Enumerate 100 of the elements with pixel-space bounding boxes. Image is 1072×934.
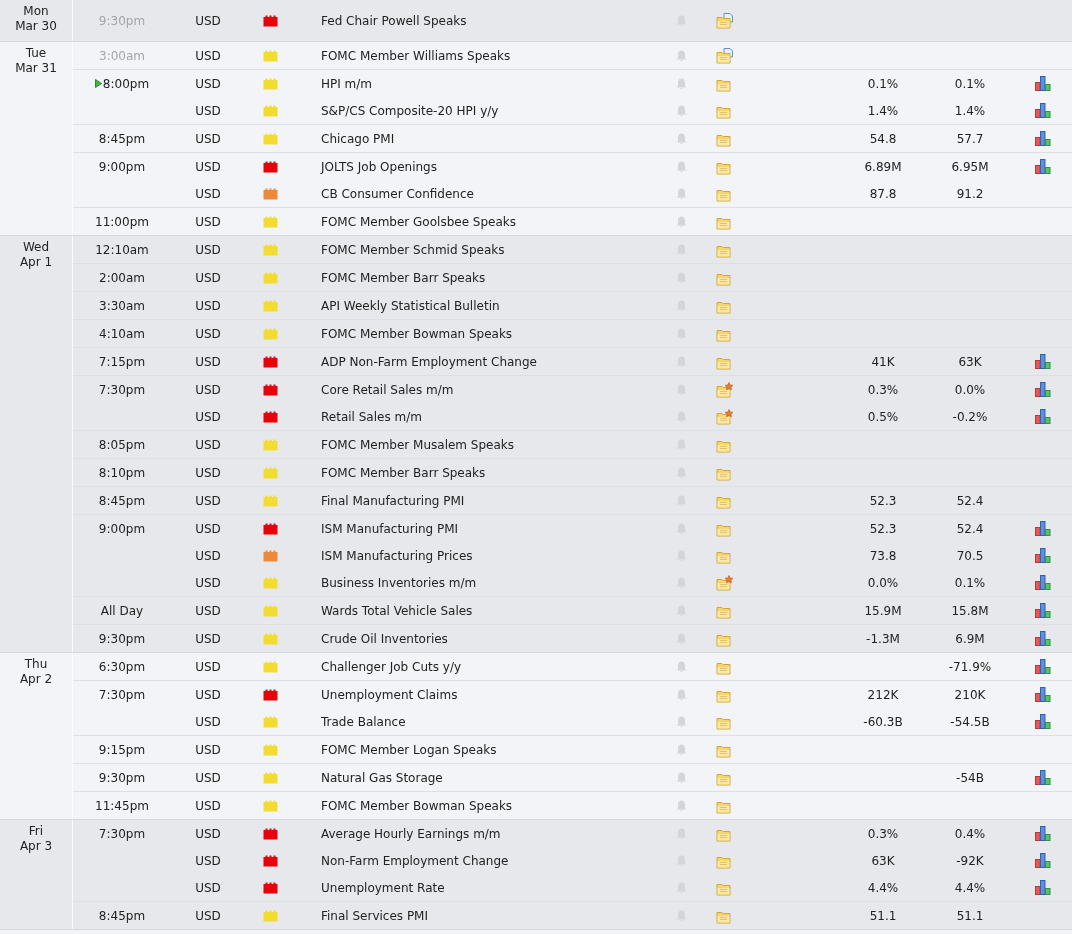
event-title[interactable]: FOMC Member Bowman Speaks: [321, 326, 513, 341]
day-date: Mar 31: [15, 61, 57, 76]
event-time: 7:30pm: [98, 825, 146, 843]
currency-code: USD: [195, 492, 221, 510]
previous-value: 63K: [958, 353, 982, 371]
event-time: 8:45pm: [98, 907, 146, 925]
event-title[interactable]: API Weekly Statistical Bulletin: [321, 298, 500, 313]
currency-code: USD: [195, 686, 221, 704]
event-title[interactable]: Fed Chair Powell Speaks: [321, 13, 467, 28]
event-title[interactable]: ISM Manufacturing Prices: [321, 548, 473, 563]
event-title[interactable]: HPI m/m: [321, 76, 373, 91]
event-title[interactable]: FOMC Member Goolsbee Speaks: [321, 214, 516, 229]
event-time: 7:30pm: [98, 686, 146, 704]
event-time: 8:45pm: [98, 492, 146, 510]
event-title[interactable]: Non-Farm Employment Change: [321, 853, 509, 868]
currency-code: USD: [195, 713, 221, 731]
event-title[interactable]: S&P/CS Composite-20 HPI y/y: [321, 103, 499, 118]
bell-icon[interactable]: [675, 771, 687, 784]
forecast-value: 0.3%: [867, 825, 899, 843]
previous-value: 6.95M: [951, 158, 989, 176]
bar-chart-icon[interactable]: [1035, 103, 1051, 118]
bar-chart-icon[interactable]: [1035, 131, 1051, 146]
previous-value: 0.1%: [954, 75, 986, 93]
bar-chart-icon[interactable]: [1035, 687, 1051, 702]
bar-chart-icon[interactable]: [1035, 659, 1051, 674]
folder-star-icon[interactable]: [716, 574, 734, 591]
event-title[interactable]: Average Hourly Earnings m/m: [321, 826, 501, 841]
event-time: 8:45pm: [98, 130, 146, 148]
event-title[interactable]: ADP Non-Farm Employment Change: [321, 354, 537, 369]
bar-chart-icon[interactable]: [1035, 575, 1051, 590]
bell-icon[interactable]: [675, 160, 687, 173]
bar-chart-icon[interactable]: [1035, 159, 1051, 174]
bell-icon[interactable]: [675, 688, 687, 701]
event-title[interactable]: FOMC Member Logan Speaks: [321, 742, 497, 757]
event-title[interactable]: JOLTS Job Openings: [321, 159, 437, 174]
bar-chart-icon[interactable]: [1035, 382, 1051, 397]
event-title[interactable]: Unemployment Claims: [321, 687, 458, 702]
event-title[interactable]: FOMC Member Barr Speaks: [321, 465, 486, 480]
day-date: Apr 2: [19, 672, 53, 687]
event-title[interactable]: Wards Total Vehicle Sales: [321, 603, 473, 618]
bar-chart-icon[interactable]: [1035, 853, 1051, 868]
bar-chart-icon[interactable]: [1035, 603, 1051, 618]
bell-icon[interactable]: [675, 215, 687, 228]
previous-value: 70.5: [956, 547, 984, 565]
bar-chart-icon[interactable]: [1035, 76, 1051, 91]
event-title[interactable]: FOMC Member Williams Speaks: [321, 48, 511, 63]
event-title[interactable]: Business Inventories m/m: [321, 575, 477, 590]
folder-star-icon[interactable]: [716, 381, 734, 398]
folder-document-icon[interactable]: [716, 47, 734, 64]
forecast-value: 212K: [867, 686, 899, 704]
currency-code: USD: [195, 658, 221, 676]
bar-chart-icon[interactable]: [1035, 354, 1051, 369]
bell-icon[interactable]: [675, 104, 687, 117]
bar-chart-icon[interactable]: [1035, 521, 1051, 536]
event-title[interactable]: CB Consumer Confidence: [321, 186, 474, 201]
forecast-value: 54.8: [869, 130, 897, 148]
forecast-value: 41K: [871, 353, 895, 371]
currency-code: USD: [195, 741, 221, 759]
event-title[interactable]: Unemployment Rate: [321, 880, 445, 895]
event-title[interactable]: Trade Balance: [321, 714, 406, 729]
day-name: Tue: [25, 46, 47, 61]
bar-chart-icon[interactable]: [1035, 880, 1051, 895]
previous-value: -0.2%: [952, 408, 988, 426]
event-title[interactable]: Final Manufacturing PMI: [321, 493, 465, 508]
event-title[interactable]: Crude Oil Inventories: [321, 631, 448, 646]
bell-icon[interactable]: [675, 743, 687, 756]
event-title[interactable]: Chicago PMI: [321, 131, 395, 146]
bar-chart-icon[interactable]: [1035, 409, 1051, 424]
bell-icon[interactable]: [675, 799, 687, 812]
event-title[interactable]: Core Retail Sales m/m: [321, 382, 454, 397]
event-title[interactable]: FOMC Member Barr Speaks: [321, 270, 486, 285]
bar-chart-icon[interactable]: [1035, 714, 1051, 729]
bar-chart-icon[interactable]: [1035, 770, 1051, 785]
forecast-value: 0.0%: [867, 574, 899, 592]
bell-icon[interactable]: [675, 187, 687, 200]
bell-icon[interactable]: [675, 49, 687, 62]
bar-chart-icon[interactable]: [1035, 826, 1051, 841]
bell-icon[interactable]: [675, 77, 687, 90]
event-title[interactable]: FOMC Member Bowman Speaks: [321, 798, 513, 813]
currency-code: USD: [195, 12, 221, 30]
folder-star-icon[interactable]: [716, 408, 734, 425]
bell-icon[interactable]: [675, 132, 687, 145]
previous-value: 1.4%: [954, 102, 986, 120]
event-time: 8:00pm: [102, 75, 150, 93]
bar-chart-icon[interactable]: [1035, 631, 1051, 646]
event-title[interactable]: FOMC Member Musalem Speaks: [321, 437, 515, 452]
bar-chart-icon[interactable]: [1035, 548, 1051, 563]
event-time: 9:30pm: [98, 769, 146, 787]
bell-icon[interactable]: [675, 660, 687, 673]
event-title[interactable]: Retail Sales m/m: [321, 409, 422, 424]
event-title[interactable]: Natural Gas Storage: [321, 770, 443, 785]
event-title[interactable]: Challenger Job Cuts y/y: [321, 659, 462, 674]
event-time: 8:05pm: [98, 436, 146, 454]
event-title[interactable]: FOMC Member Schmid Speaks: [321, 242, 505, 257]
currency-code: USD: [195, 185, 221, 203]
bell-icon[interactable]: [675, 715, 687, 728]
folder-document-icon[interactable]: [716, 12, 734, 29]
previous-value: -54.5B: [950, 713, 990, 731]
event-title[interactable]: ISM Manufacturing PMI: [321, 521, 459, 536]
event-title[interactable]: Final Services PMI: [321, 908, 428, 923]
